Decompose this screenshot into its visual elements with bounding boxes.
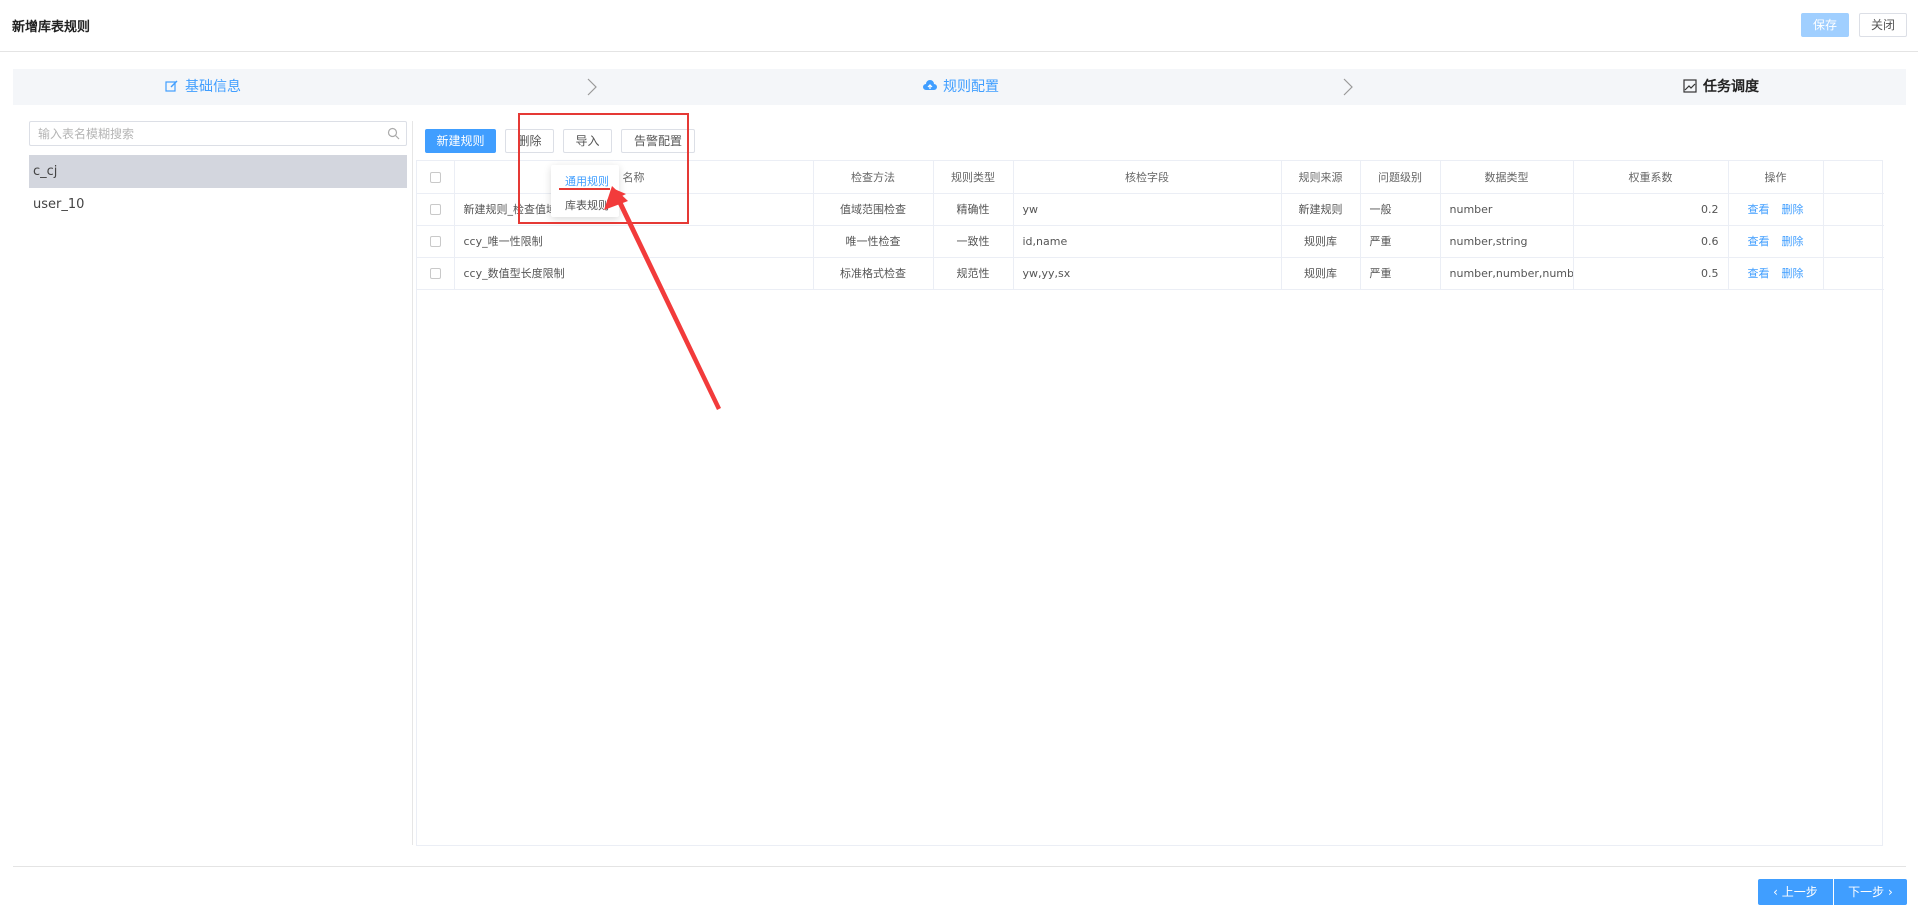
row-checkbox-cell[interactable]: [417, 257, 455, 290]
check-fields: yw: [1013, 193, 1282, 226]
column-header: 问题级别: [1360, 161, 1441, 194]
column-header: 检查方法: [813, 161, 934, 194]
table-list-item[interactable]: user_10: [29, 188, 407, 221]
row-checkbox-cell[interactable]: [417, 225, 455, 258]
save-button[interactable]: 保存: [1801, 13, 1849, 37]
step-basic-info[interactable]: 基础信息: [165, 69, 241, 105]
prev-step-label: 上一步: [1781, 885, 1818, 899]
edit-icon: [165, 80, 178, 92]
divider: [412, 121, 413, 845]
column-header: 操作: [1728, 161, 1824, 194]
checkbox[interactable]: [429, 236, 441, 247]
chevron-right-icon: [1343, 78, 1353, 96]
rule-name: ccy_唯一性限制: [454, 225, 814, 258]
delete-link[interactable]: 删除: [1782, 267, 1804, 280]
delete-link[interactable]: 删除: [1782, 203, 1804, 216]
issue-level: 一般: [1360, 193, 1441, 226]
table-row: ccy_数值型长度限制 标准格式检查 规范性 yw,yy,sx 规则库 严重 n…: [417, 257, 1884, 290]
table-list-item[interactable]: c_cj: [29, 155, 407, 188]
column-header: 权重系数: [1573, 161, 1729, 194]
row-checkbox-cell[interactable]: [417, 193, 455, 226]
issue-level: 严重: [1360, 225, 1441, 258]
weight: 0.6: [1573, 225, 1729, 258]
page-header: 新增库表规则 保存 关闭: [0, 0, 1918, 52]
actions-cell: 查看 删除: [1728, 225, 1824, 258]
column-header: 规则来源: [1281, 161, 1361, 194]
cloud-upload-icon: [923, 80, 937, 90]
rule-source: 新建规则: [1281, 193, 1361, 226]
view-link[interactable]: 查看: [1748, 203, 1770, 216]
check-method: 唯一性检查: [813, 225, 934, 258]
rule-source: 规则库: [1281, 225, 1361, 258]
column-header: 核检字段: [1013, 161, 1282, 194]
new-rule-button[interactable]: 新建规则: [425, 129, 496, 153]
table-search[interactable]: [29, 121, 407, 146]
column-header: 数据类型: [1440, 161, 1574, 194]
view-link[interactable]: 查看: [1748, 235, 1770, 248]
page-title: 新增库表规则: [12, 20, 91, 35]
data-type: number,string: [1440, 225, 1574, 258]
step-label: 规则配置: [943, 79, 999, 95]
table-row: ccy_唯一性限制 唯一性检查 一致性 id,name 规则库 严重 numbe…: [417, 225, 1884, 258]
checkbox[interactable]: [429, 171, 441, 183]
next-step-button[interactable]: 下一步 ›: [1834, 879, 1907, 905]
steps-bar: 基础信息 规则配置 任务调度: [13, 69, 1906, 105]
prev-step-button[interactable]: ‹ 上一步: [1758, 879, 1833, 905]
rule-name: ccy_数值型长度限制: [454, 257, 814, 290]
check-fields: id,name: [1013, 225, 1282, 258]
next-step-label: 下一步: [1848, 885, 1885, 899]
issue-level: 严重: [1360, 257, 1441, 290]
rules-table: 名称 检查方法 规则类型 核检字段 规则来源 问题级别 数据类型 权重系数 操作…: [416, 160, 1884, 846]
annotation-highlight-box: [518, 113, 689, 224]
checkbox[interactable]: [429, 268, 441, 279]
column-header: 规则类型: [933, 161, 1014, 194]
actions-cell: 查看 删除: [1728, 257, 1824, 290]
check-method: 值域范围检查: [813, 193, 934, 226]
step-label: 基础信息: [185, 79, 241, 95]
select-all-checkbox-cell[interactable]: [417, 161, 455, 194]
table-search-input[interactable]: [30, 122, 370, 145]
weight: 0.2: [1573, 193, 1729, 226]
check-method: 标准格式检查: [813, 257, 934, 290]
checkbox[interactable]: [429, 204, 441, 215]
view-link[interactable]: 查看: [1748, 267, 1770, 280]
rule-type: 一致性: [933, 225, 1014, 258]
weight: 0.5: [1573, 257, 1729, 290]
image-icon: [1683, 79, 1697, 93]
delete-link[interactable]: 删除: [1782, 235, 1804, 248]
data-type: number: [1440, 193, 1574, 226]
data-type: number,number,number: [1440, 257, 1574, 290]
rule-source: 规则库: [1281, 257, 1361, 290]
footer-divider: [13, 866, 1906, 867]
search-icon: [387, 127, 400, 140]
step-task-schedule[interactable]: 任务调度: [1683, 69, 1759, 105]
step-label: 任务调度: [1703, 79, 1759, 95]
chevron-right-icon: [587, 78, 597, 96]
rule-type: 精确性: [933, 193, 1014, 226]
step-rule-config[interactable]: 规则配置: [923, 69, 999, 105]
actions-cell: 查看 删除: [1728, 193, 1824, 226]
rule-type: 规范性: [933, 257, 1014, 290]
close-button[interactable]: 关闭: [1859, 13, 1907, 37]
check-fields: yw,yy,sx: [1013, 257, 1282, 290]
